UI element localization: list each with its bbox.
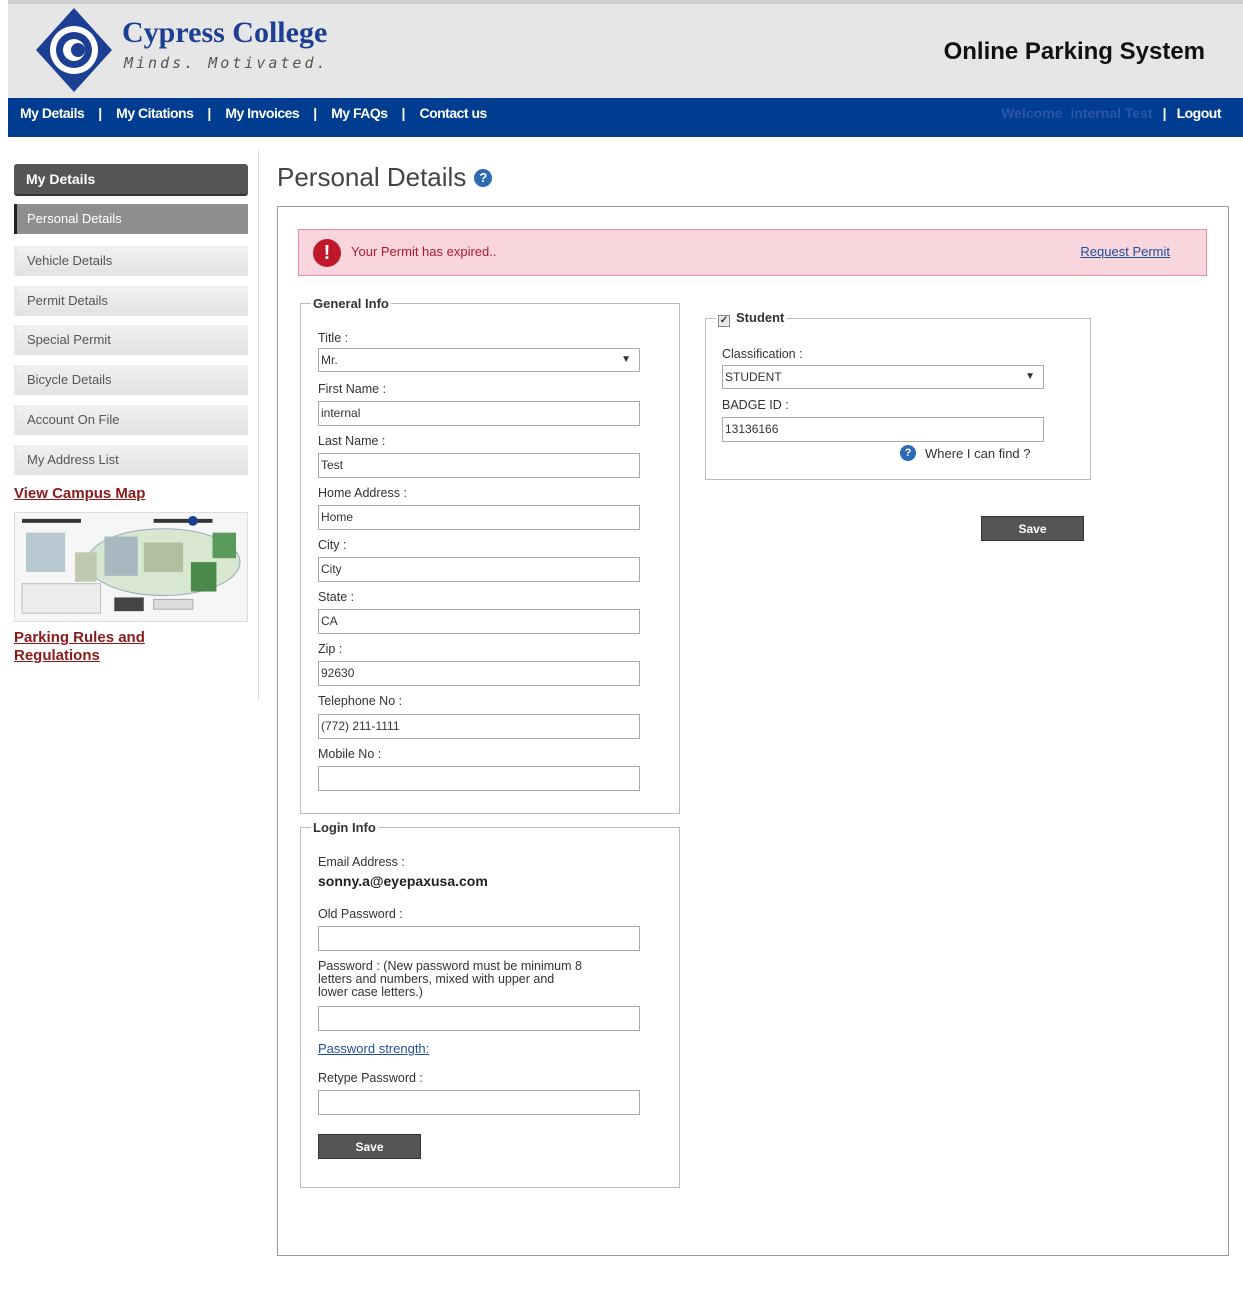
- nav-separator: |: [1162, 105, 1167, 121]
- password-label-line2: letters and numbers, mixed with upper an…: [318, 972, 555, 986]
- nav-separator: |: [207, 105, 212, 121]
- brand-name: Cypress College: [122, 16, 328, 49]
- nav-separator: |: [401, 105, 406, 121]
- nav-my-faqs[interactable]: My FAQs: [331, 105, 388, 121]
- sidebar: My Details Personal Details Vehicle Deta…: [14, 164, 248, 665]
- city-input[interactable]: City: [318, 557, 640, 582]
- badge-id-label: BADGE ID :: [722, 398, 789, 412]
- sidebar-item-bicycle-details[interactable]: Bicycle Details: [14, 365, 248, 395]
- nav-my-details[interactable]: My Details: [20, 105, 85, 121]
- page-title: Personal Details ?: [277, 162, 493, 193]
- title-select[interactable]: Mr. ▼: [318, 348, 640, 372]
- error-icon: !: [313, 239, 341, 267]
- classification-select[interactable]: STUDENT ▼: [722, 365, 1044, 389]
- sidebar-item-account-on-file[interactable]: Account On File: [14, 405, 248, 435]
- chevron-down-icon: ▼: [621, 354, 631, 365]
- password-label-line3: lower case letters.): [318, 985, 423, 999]
- badge-id-input[interactable]: 13136166: [722, 417, 1044, 442]
- zip-label: Zip :: [318, 642, 343, 656]
- chevron-down-icon: ▼: [1025, 371, 1035, 382]
- home-address-input[interactable]: Home: [318, 505, 640, 530]
- sidebar-item-personal-details[interactable]: Personal Details: [14, 204, 248, 234]
- nav-my-invoices[interactable]: My Invoices: [225, 105, 299, 121]
- last-name-label: Last Name :: [318, 434, 386, 448]
- first-name-input[interactable]: internal: [318, 401, 640, 426]
- mobile-input[interactable]: [318, 766, 640, 791]
- alert-message: Your Permit has expired..: [351, 244, 497, 259]
- request-permit-link[interactable]: Request Permit: [1080, 244, 1170, 259]
- welcome-user-name: internal Test: [1070, 105, 1153, 121]
- parking-rules-line1: Parking Rules and: [14, 629, 145, 646]
- where-can-i-find-link[interactable]: Where I can find ?: [925, 446, 1031, 461]
- help-icon[interactable]: ?: [474, 168, 493, 187]
- student-legend-label: Student: [736, 310, 785, 325]
- title-label: Title :: [318, 331, 349, 345]
- system-title: Online Parking System: [943, 38, 1205, 65]
- sidebar-item-special-permit[interactable]: Special Permit: [14, 325, 248, 355]
- top-navbar: My Details | My Citations | My Invoices …: [8, 98, 1243, 137]
- email-label: Email Address :: [318, 855, 405, 869]
- sidebar-item-vehicle-details[interactable]: Vehicle Details: [14, 246, 248, 276]
- parking-rules-line2: Regulations: [14, 647, 100, 664]
- password-label: Password : (New password must be minimum…: [318, 960, 582, 999]
- home-address-label: Home Address :: [318, 486, 407, 500]
- sidebar-divider: [258, 150, 259, 700]
- login-save-button[interactable]: Save: [318, 1134, 421, 1159]
- sidebar-item-permit-details[interactable]: Permit Details: [14, 286, 248, 316]
- city-label: City :: [318, 538, 347, 552]
- retype-password-input[interactable]: [318, 1090, 640, 1115]
- page-header: Cypress College Minds. Motivated. Online…: [8, 0, 1243, 98]
- classification-select-value: STUDENT: [725, 370, 782, 384]
- first-name-label: First Name :: [318, 382, 387, 396]
- telephone-input[interactable]: (772) 211-1111: [318, 714, 640, 739]
- new-password-input[interactable]: [318, 1006, 640, 1031]
- page-title-text: Personal Details: [277, 162, 467, 192]
- permit-expired-alert: ! Your Permit has expired.. Request Perm…: [298, 229, 1207, 276]
- sidebar-item-my-address-list[interactable]: My Address List: [14, 445, 248, 475]
- student-legend: ✓ Student: [716, 310, 786, 327]
- nav-my-citations[interactable]: My Citations: [116, 105, 194, 121]
- student-fieldset: ✓ Student: [705, 310, 1091, 480]
- welcome-label: Welcome: [1001, 105, 1063, 121]
- zip-input[interactable]: 92630: [318, 661, 640, 686]
- student-save-button[interactable]: Save: [981, 516, 1084, 541]
- login-info-legend: Login Info: [313, 820, 376, 835]
- telephone-label: Telephone No :: [318, 694, 403, 708]
- mobile-label: Mobile No :: [318, 747, 382, 761]
- view-campus-map-link[interactable]: View Campus Map: [14, 485, 248, 502]
- nav-contact-us[interactable]: Contact us: [419, 105, 487, 121]
- campus-map-thumbnail[interactable]: [14, 512, 248, 622]
- help-icon[interactable]: ?: [900, 445, 916, 461]
- nav-separator: |: [98, 105, 103, 121]
- retype-password-label: Retype Password :: [318, 1071, 423, 1085]
- cypress-college-logo[interactable]: [34, 6, 114, 94]
- nav-separator: |: [313, 105, 318, 121]
- student-checkbox[interactable]: ✓: [718, 315, 730, 327]
- old-password-input[interactable]: [318, 926, 640, 951]
- password-label-line1: Password : (New password must be minimum…: [318, 959, 582, 973]
- title-select-value: Mr.: [321, 353, 338, 367]
- brand-tagline: Minds. Motivated.: [124, 54, 329, 72]
- general-info-legend: General Info: [313, 296, 389, 311]
- last-name-input[interactable]: Test: [318, 453, 640, 478]
- classification-label: Classification :: [722, 347, 803, 361]
- parking-rules-link[interactable]: Parking Rules and Regulations: [14, 629, 248, 665]
- email-value: sonny.a@eyepaxusa.com: [318, 873, 488, 889]
- logout-link[interactable]: Logout: [1177, 105, 1222, 121]
- password-strength-link[interactable]: Password strength:: [318, 1041, 429, 1056]
- state-input[interactable]: CA: [318, 609, 640, 634]
- state-label: State :: [318, 590, 355, 604]
- old-password-label: Old Password :: [318, 907, 403, 921]
- sidebar-header: My Details: [14, 164, 248, 196]
